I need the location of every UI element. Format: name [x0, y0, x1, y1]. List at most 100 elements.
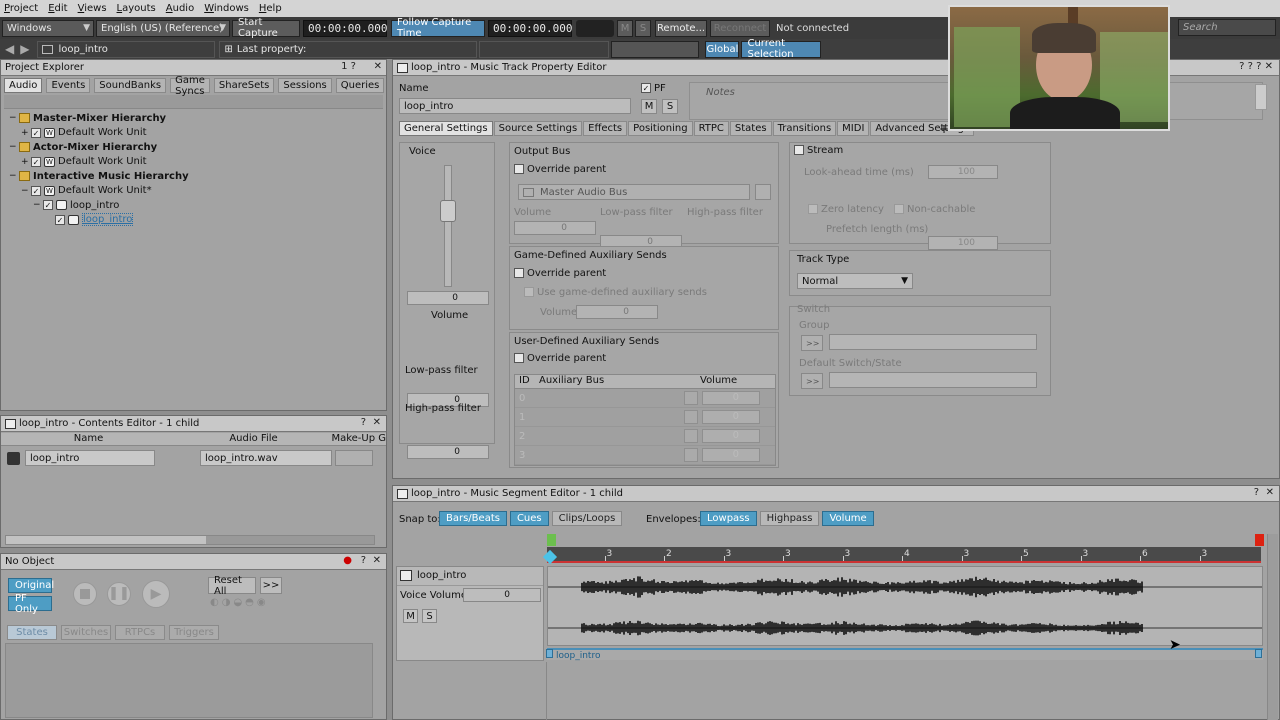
- include-checkbox[interactable]: ✓: [31, 128, 41, 138]
- tab-game-syncs[interactable]: Game Syncs: [170, 78, 210, 93]
- game-aux-override-checkbox[interactable]: Override parent: [514, 268, 606, 279]
- tab-rtpc[interactable]: RTPC: [694, 121, 729, 136]
- menu-windows[interactable]: Windows: [204, 3, 249, 14]
- browse-aux-button[interactable]: [684, 410, 698, 424]
- tree-item[interactable]: − ✓ W Default Work Unit*: [9, 184, 378, 199]
- envelope-lowpass-toggle[interactable]: Lowpass: [700, 511, 757, 526]
- tab-audio[interactable]: Audio: [4, 78, 42, 93]
- help-icon[interactable]: ?: [361, 555, 366, 566]
- voice-volume-slider[interactable]: 0: [463, 588, 541, 602]
- tab-events[interactable]: Events: [46, 78, 90, 93]
- table-row[interactable]: 10: [515, 408, 775, 427]
- snap-clips-loops-toggle[interactable]: Clips/Loops: [552, 511, 623, 526]
- reset-all-button[interactable]: Reset All: [208, 577, 256, 594]
- expand-toggle-icon[interactable]: +: [21, 128, 31, 138]
- record-icon[interactable]: ●: [343, 555, 352, 566]
- mute-button[interactable]: M: [641, 99, 657, 114]
- close-icon[interactable]: ✕: [1266, 487, 1274, 498]
- snap-cues-toggle[interactable]: Cues: [510, 511, 549, 526]
- browse-aux-button[interactable]: [684, 448, 698, 462]
- aux-volume-slider[interactable]: 0: [702, 429, 760, 443]
- tab-midi[interactable]: MIDI: [837, 121, 869, 136]
- include-checkbox[interactable]: ✓: [31, 157, 41, 167]
- tab-source-settings[interactable]: Source Settings: [494, 121, 583, 136]
- tree-item[interactable]: − Master-Mixer Hierarchy: [9, 111, 378, 126]
- source-name[interactable]: loop_intro: [25, 450, 155, 466]
- menu-audio[interactable]: Audio: [166, 3, 194, 14]
- output-bus-field[interactable]: Master Audio Bus: [518, 184, 750, 200]
- tree-item[interactable]: + ✓ W Default Work Unit: [9, 126, 378, 141]
- include-checkbox[interactable]: ✓: [55, 215, 65, 225]
- tree-item[interactable]: − ✓ loop_intro: [9, 198, 378, 213]
- snap-bars-beats-toggle[interactable]: Bars/Beats: [439, 511, 507, 526]
- tab-sessions[interactable]: Sessions: [278, 78, 331, 93]
- tree-item[interactable]: − Interactive Music Hierarchy: [9, 169, 378, 184]
- follow-capture-time-button[interactable]: Follow Capture Time: [391, 20, 485, 37]
- ob-volume-slider[interactable]: 0: [514, 221, 596, 235]
- highpass-slider[interactable]: 0: [407, 445, 489, 459]
- menu-layouts[interactable]: Layouts: [117, 3, 156, 14]
- expand-toggle-icon[interactable]: −: [9, 113, 19, 123]
- makeup-gain-field[interactable]: [335, 450, 373, 466]
- pf-checkbox[interactable]: ✓ PF: [641, 83, 666, 94]
- vertical-scrollbar[interactable]: [1267, 534, 1278, 720]
- start-capture-button[interactable]: Start Capture: [232, 20, 300, 37]
- back-arrow-icon[interactable]: ◀: [5, 42, 14, 56]
- browse-aux-button[interactable]: [684, 429, 698, 443]
- current-object-field[interactable]: loop_intro: [37, 41, 215, 58]
- entry-cue-marker[interactable]: [547, 534, 556, 546]
- look-ahead-slider[interactable]: 100: [928, 165, 998, 179]
- volume-slider[interactable]: 0: [407, 291, 489, 305]
- clip-start-handle[interactable]: [546, 649, 553, 658]
- stop-button[interactable]: [73, 582, 97, 606]
- tab-states[interactable]: States: [730, 121, 772, 136]
- reconnect-button[interactable]: Reconnect: [710, 20, 770, 37]
- menu-views[interactable]: Views: [78, 3, 107, 14]
- envelope-highpass-toggle[interactable]: Highpass: [760, 511, 820, 526]
- tab-soundbanks[interactable]: SoundBanks: [94, 78, 166, 93]
- tab-effects[interactable]: Effects: [583, 121, 627, 136]
- default-switch-field[interactable]: [829, 372, 1037, 388]
- last-property-field[interactable]: ⊞ Last property:: [219, 41, 477, 58]
- pause-button[interactable]: ❚❚: [107, 582, 131, 606]
- zero-latency-checkbox[interactable]: Zero latency: [808, 204, 884, 215]
- use-game-aux-checkbox[interactable]: Use game-defined auxiliary sends: [524, 287, 707, 298]
- pf-only-button[interactable]: PF Only: [8, 596, 52, 611]
- forward-arrow-icon[interactable]: ▶: [20, 42, 29, 56]
- expand-toggle-icon[interactable]: −: [33, 200, 43, 210]
- tab-positioning[interactable]: Positioning: [628, 121, 692, 136]
- aux-volume-slider[interactable]: 0: [576, 305, 658, 319]
- col-volume[interactable]: Volume: [680, 375, 760, 388]
- audio-clip[interactable]: [547, 566, 1263, 646]
- col-audio-file[interactable]: Audio File: [176, 433, 331, 445]
- layout-combo[interactable]: Windows ▼: [2, 20, 94, 37]
- track-type-dropdown[interactable]: Normal ▼: [797, 273, 913, 289]
- global-button[interactable]: Global: [705, 41, 739, 58]
- timeline-ruler[interactable]: 32333435363: [547, 547, 1261, 563]
- play-button[interactable]: ▶: [142, 580, 170, 608]
- col-aux-bus[interactable]: Auxiliary Bus: [535, 375, 680, 388]
- mute-all-button[interactable]: M: [617, 20, 633, 37]
- solo-all-button[interactable]: S: [635, 20, 651, 37]
- include-checkbox[interactable]: ✓: [31, 186, 41, 196]
- panel-number-icon[interactable]: 1 ?: [341, 61, 356, 72]
- table-row[interactable]: loop_intro loop_intro.wav: [1, 449, 386, 469]
- volume-fader-track[interactable]: [444, 165, 452, 287]
- close-icon[interactable]: ✕: [373, 555, 381, 566]
- volume-fader-handle[interactable]: [440, 200, 456, 222]
- original-button[interactable]: Original: [8, 578, 52, 593]
- close-icon[interactable]: ✕: [373, 417, 381, 428]
- group-field[interactable]: [829, 334, 1037, 350]
- envelope-volume-toggle[interactable]: Volume: [822, 511, 873, 526]
- menu-help[interactable]: Help: [259, 3, 282, 14]
- stream-checkbox[interactable]: Stream: [794, 145, 843, 156]
- close-icon[interactable]: ✕: [374, 61, 382, 72]
- aux-volume-slider[interactable]: 0: [702, 391, 760, 405]
- solo-button[interactable]: S: [662, 99, 678, 114]
- col-id[interactable]: ID: [515, 375, 535, 388]
- search-input[interactable]: Search: [1178, 19, 1276, 36]
- aux-volume-slider[interactable]: 0: [702, 410, 760, 424]
- browse-bus-button[interactable]: [755, 184, 771, 200]
- tree-item[interactable]: ✓ loop_intro: [9, 213, 378, 228]
- expand-toggle-icon[interactable]: −: [9, 171, 19, 181]
